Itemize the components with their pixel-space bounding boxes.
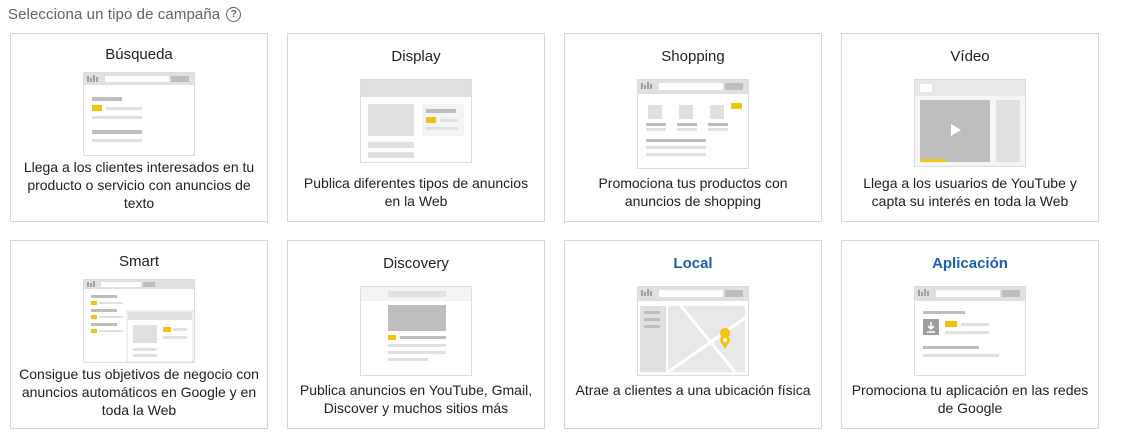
card-title-busqueda: Búsqueda [105,46,173,63]
search-ad-illustration [83,72,195,156]
campaign-card-aplicacion[interactable]: Aplicación Promociona tu aplicación en l… [841,240,1099,429]
campaign-card-busqueda[interactable]: Búsqueda Llega a los clientes interesado… [10,33,268,222]
card-desc-local: Atrae a clientes a una ubicación física [575,382,811,398]
local-ad-illustration [637,286,749,376]
card-desc-discovery: Publica anuncios en YouTube, Gmail, Disc… [299,382,533,416]
discovery-ad-illustration [360,286,472,376]
card-title-display: Display [391,48,441,65]
card-title-shopping: Shopping [661,48,725,65]
page-title: Selecciona un tipo de campaña [8,5,221,23]
app-ad-illustration [914,286,1026,376]
campaign-card-shopping[interactable]: Shopping Promociona tus productos con an… [564,33,822,222]
card-title-video: Vídeo [950,48,990,65]
smart-ad-illustration [83,279,195,363]
campaign-card-display[interactable]: Display Publica diferentes tipos de anun… [287,33,545,222]
campaign-card-smart[interactable]: Smart Consigue tus objetivos de negocio … [10,240,268,429]
card-desc-video: Llega a los usuarios de YouTube y capta … [863,175,1077,209]
help-icon[interactable]: ? [226,6,242,22]
campaign-card-discovery[interactable]: Discovery Publica anuncios en YouTube, G… [287,240,545,429]
card-title-local: Local [673,255,713,272]
card-desc-shopping: Promociona tus productos con anuncios de… [598,175,788,209]
card-desc-busqueda: Llega a los clientes interesados en tu p… [23,159,255,211]
page-header: Selecciona un tipo de campaña ? [8,4,242,24]
card-desc-display: Publica diferentes tipos de anuncios en … [303,175,529,209]
display-ad-illustration [360,79,472,163]
card-title-discovery: Discovery [383,255,449,272]
card-desc-aplicacion: Promociona tu aplicación en las redes de… [851,382,1089,416]
card-title-smart: Smart [118,253,159,270]
video-ad-illustration [914,79,1026,167]
campaign-card-local[interactable]: Local Atrae a clientes a una ubicación f… [564,240,822,429]
campaign-card-video[interactable]: Vídeo Llega a los usuarios de YouTube y … [841,33,1099,222]
card-title-aplicacion: Aplicación [932,255,1008,272]
card-desc-smart: Consigue tus objetivos de negocio con an… [19,366,259,418]
shopping-ad-illustration [637,79,749,169]
